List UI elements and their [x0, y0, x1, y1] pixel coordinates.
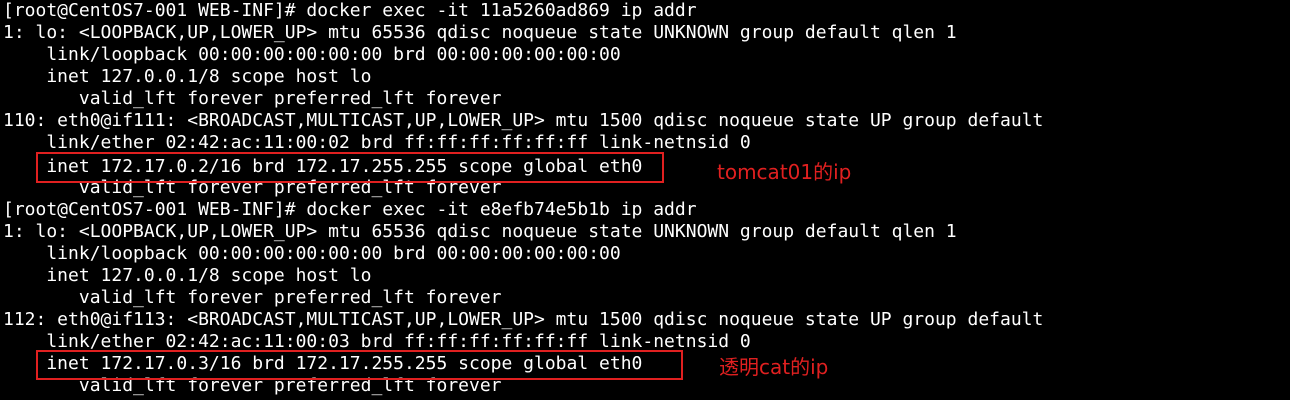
terminal-line-prompt: [root@CentOS7-001 WEB-INF]# docker exec … — [3, 199, 697, 220]
terminal-line: valid_lft forever preferred_lft forever — [3, 88, 502, 109]
highlight-box-second-ip — [36, 350, 683, 380]
terminal-line: 1: lo: <LOOPBACK,UP,LOWER_UP> mtu 65536 … — [3, 221, 957, 242]
terminal-line: inet 127.0.0.1/8 scope host lo — [3, 66, 372, 87]
highlight-box-first-ip — [36, 152, 664, 183]
annotation-tomcat01-ip: tomcat01的ip — [717, 160, 852, 184]
terminal-line: link/ether 02:42:ac:11:00:02 brd ff:ff:f… — [3, 132, 751, 153]
terminal-line: 1: lo: <LOOPBACK,UP,LOWER_UP> mtu 65536 … — [3, 22, 957, 43]
annotation-second-container-ip: 透明cat的ip — [719, 355, 829, 379]
terminal-window[interactable]: [root@CentOS7-001 WEB-INF]# docker exec … — [0, 0, 1290, 400]
terminal-line: link/loopback 00:00:00:00:00:00 brd 00:0… — [3, 243, 621, 264]
terminal-line: 112: eth0@if113: <BROADCAST,MULTICAST,UP… — [3, 309, 1044, 330]
terminal-line: link/loopback 00:00:00:00:00:00 brd 00:0… — [3, 44, 621, 65]
terminal-line-prompt: [root@CentOS7-001 WEB-INF]# docker exec … — [3, 0, 697, 21]
terminal-line: valid_lft forever preferred_lft forever — [3, 287, 502, 308]
terminal-line: 110: eth0@if111: <BROADCAST,MULTICAST,UP… — [3, 110, 1044, 131]
terminal-line: inet 127.0.0.1/8 scope host lo — [3, 265, 372, 286]
